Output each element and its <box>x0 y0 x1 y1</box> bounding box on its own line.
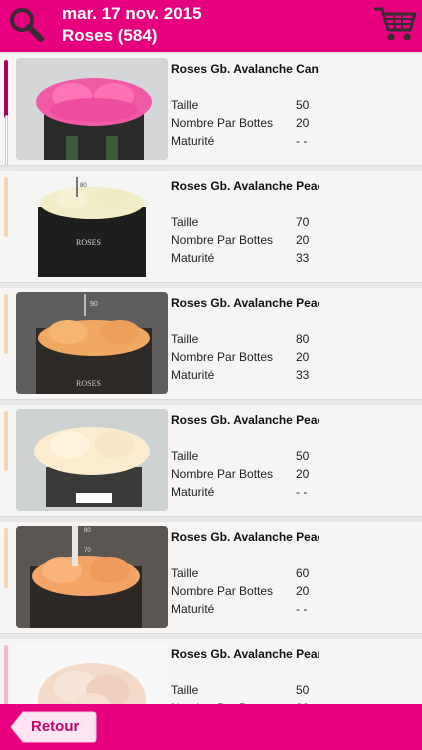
svg-text:90: 90 <box>90 301 98 308</box>
product-list[interactable]: Roses Gb. Avalanche Candy Taille 50 Nomb… <box>0 52 422 704</box>
maturity-label: Maturité <box>171 368 215 382</box>
product-name: Roses Gb. Avalanche Candy <box>171 62 319 76</box>
maturity-bar <box>4 528 8 588</box>
size-value: 50 <box>296 449 310 463</box>
size-label: Taille <box>171 215 199 229</box>
product-name: Roses Gb. Avalanche Pearl <box>171 647 319 661</box>
stems-value: 20 <box>296 350 310 364</box>
footer-bar: Retour <box>0 704 422 750</box>
maturity-value: - - <box>296 485 308 499</box>
stems-label: Nombre Par Bottes <box>171 233 274 247</box>
stems-label: Nombre Par Bottes <box>171 467 274 481</box>
product-row[interactable]: 80 70 Roses Gb. Avalanche Peach Taille 6… <box>0 522 422 634</box>
stems-label: Nombre Par Bottes <box>171 584 274 598</box>
product-image: 80 ROSES <box>16 175 168 277</box>
product-name: Roses Gb. Avalanche Peach <box>171 530 319 544</box>
maturity-bar <box>4 294 8 354</box>
maturity-label: Maturité <box>171 134 215 148</box>
svg-text:80: 80 <box>80 183 87 189</box>
svg-text:ROSES: ROSES <box>76 379 101 388</box>
product-row[interactable]: Roses Gb. Avalanche Pearl Taille 50 Nomb… <box>0 639 422 704</box>
maturity-value: - - <box>296 134 308 148</box>
svg-text:80: 80 <box>84 528 91 534</box>
size-value: 80 <box>296 332 310 346</box>
product-row[interactable]: Roses Gb. Avalanche Candy Taille 50 Nomb… <box>0 54 422 166</box>
product-image: 80 70 <box>16 526 168 628</box>
maturity-bar <box>4 645 8 704</box>
cart-icon[interactable] <box>372 4 418 44</box>
maturity-value: 33 <box>296 251 310 265</box>
product-image <box>16 409 168 511</box>
stems-value: 20 <box>296 116 310 130</box>
product-name: Roses Gb. Avalanche Peach <box>171 413 319 427</box>
stems-value: 20 <box>296 467 310 481</box>
stems-label: Nombre Par Bottes <box>171 350 274 364</box>
product-name: Roses Gb. Avalanche Peach <box>171 179 319 193</box>
product-row[interactable]: Roses Gb. Avalanche Peach Taille 50 Nomb… <box>0 405 422 517</box>
product-image <box>16 643 168 704</box>
stems-label: Nombre Par Bottes <box>171 116 274 130</box>
size-value: 70 <box>296 215 310 229</box>
size-label: Taille <box>171 98 199 112</box>
maturity-bar <box>4 177 8 237</box>
product-image: 90 ROSES <box>16 292 168 394</box>
maturity-value: - - <box>296 602 308 616</box>
stems-value: 20 <box>296 233 310 247</box>
search-icon[interactable] <box>6 4 46 44</box>
size-label: Taille <box>171 332 199 346</box>
size-value: 50 <box>296 98 310 112</box>
size-label: Taille <box>171 683 199 697</box>
product-row[interactable]: 90 ROSES Roses Gb. Avalanche Peach Taill… <box>0 288 422 400</box>
svg-text:ROSES: ROSES <box>76 238 101 247</box>
svg-text:70: 70 <box>84 548 91 554</box>
maturity-label: Maturité <box>171 602 215 616</box>
date-label: mar. 17 nov. 2015 <box>62 4 202 23</box>
size-value: 60 <box>296 566 310 580</box>
maturity-value: 33 <box>296 368 310 382</box>
back-button[interactable]: Retour <box>9 710 97 744</box>
back-label: Retour <box>31 718 80 735</box>
maturity-bar <box>4 60 8 118</box>
size-label: Taille <box>171 566 199 580</box>
product-image <box>16 58 168 160</box>
size-label: Taille <box>171 449 199 463</box>
product-row[interactable]: 80 ROSES Roses Gb. Avalanche Peach Taill… <box>0 171 422 283</box>
stems-value: 20 <box>296 584 310 598</box>
product-name: Roses Gb. Avalanche Peach <box>171 296 319 310</box>
maturity-label: Maturité <box>171 251 215 265</box>
scrollbar[interactable] <box>5 115 8 165</box>
header-bar: mar. 17 nov. 2015 Roses (584) <box>0 0 422 52</box>
page-title: Roses (584) <box>62 26 158 45</box>
maturity-bar <box>4 411 8 471</box>
size-value: 50 <box>296 683 310 697</box>
maturity-label: Maturité <box>171 485 215 499</box>
